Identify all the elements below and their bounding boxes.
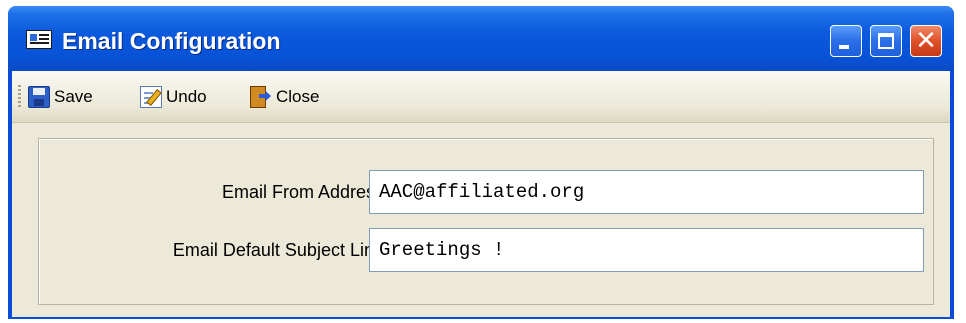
undo-button[interactable]: Undo bbox=[140, 85, 207, 109]
minimize-button[interactable] bbox=[830, 25, 862, 57]
client-area: Save Undo Close Email From Address: Emai… bbox=[12, 71, 950, 317]
email-subject-line-input[interactable] bbox=[369, 228, 924, 272]
close-icon: ✕ bbox=[915, 26, 937, 56]
minimize-icon bbox=[839, 45, 849, 49]
save-button[interactable]: Save bbox=[28, 85, 93, 109]
email-from-address-label: Email From Address: bbox=[221, 182, 389, 202]
window-title: Email Configuration bbox=[62, 28, 281, 54]
title-bar[interactable]: Email Configuration ✕ bbox=[8, 6, 954, 71]
undo-label: Undo bbox=[166, 87, 207, 106]
exit-door-icon bbox=[250, 86, 266, 108]
maximize-button[interactable] bbox=[870, 25, 902, 57]
email-from-address-input[interactable] bbox=[369, 170, 924, 214]
toolbar-grip[interactable] bbox=[18, 85, 21, 109]
maximize-icon bbox=[878, 33, 894, 49]
edit-icon bbox=[140, 86, 162, 108]
close-button[interactable]: Close bbox=[250, 85, 319, 109]
email-configuration-window: Email Configuration ✕ Save Undo Close Em… bbox=[8, 6, 954, 319]
save-label: Save bbox=[54, 87, 93, 106]
form-icon[interactable] bbox=[26, 30, 52, 49]
close-window-button[interactable]: ✕ bbox=[910, 25, 942, 57]
settings-panel: Email From Address: Email Default Subjec… bbox=[38, 138, 934, 305]
close-label: Close bbox=[276, 87, 320, 106]
email-subject-line-label: Email Default Subject Line: bbox=[172, 240, 389, 260]
floppy-disk-icon bbox=[28, 86, 50, 108]
toolbar: Save Undo Close bbox=[12, 71, 950, 123]
